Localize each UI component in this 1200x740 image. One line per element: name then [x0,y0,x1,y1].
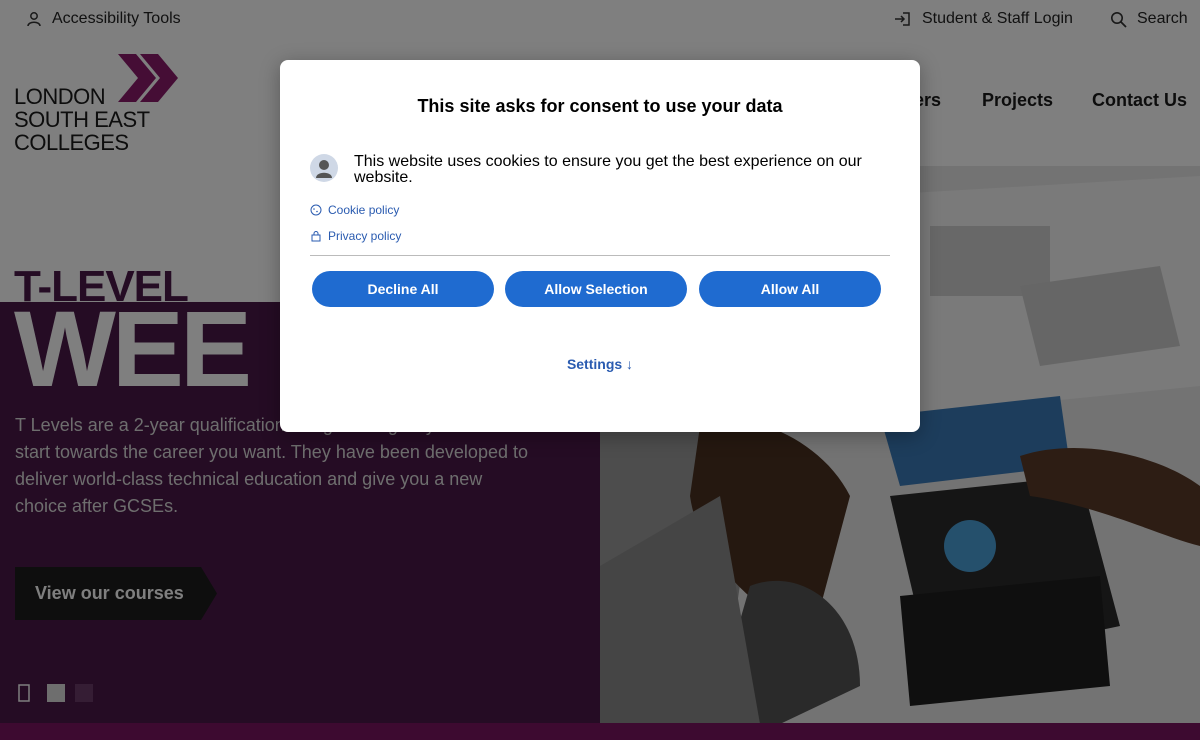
consent-title: This site asks for consent to use your d… [417,96,783,116]
allow-all-button[interactable]: Allow All [699,271,881,307]
privacy-policy-link[interactable]: Privacy policy [310,229,401,243]
consent-avatar-icon [310,154,338,182]
lock-icon [311,231,321,242]
consent-divider [310,255,890,256]
decline-all-button[interactable]: Decline All [312,271,494,307]
allow-selection-button[interactable]: Allow Selection [505,271,687,307]
cookie-icon [310,204,322,216]
settings-toggle[interactable]: Settings ↓ [280,356,920,372]
cookie-policy-label: Cookie policy [328,203,400,217]
privacy-policy-label: Privacy policy [328,229,402,243]
consent-dialog: This site asks for consent to use your d… [280,60,920,432]
consent-message: This website uses cookies to ensure you … [354,153,862,186]
cookie-policy-link[interactable]: Cookie policy [310,203,399,217]
